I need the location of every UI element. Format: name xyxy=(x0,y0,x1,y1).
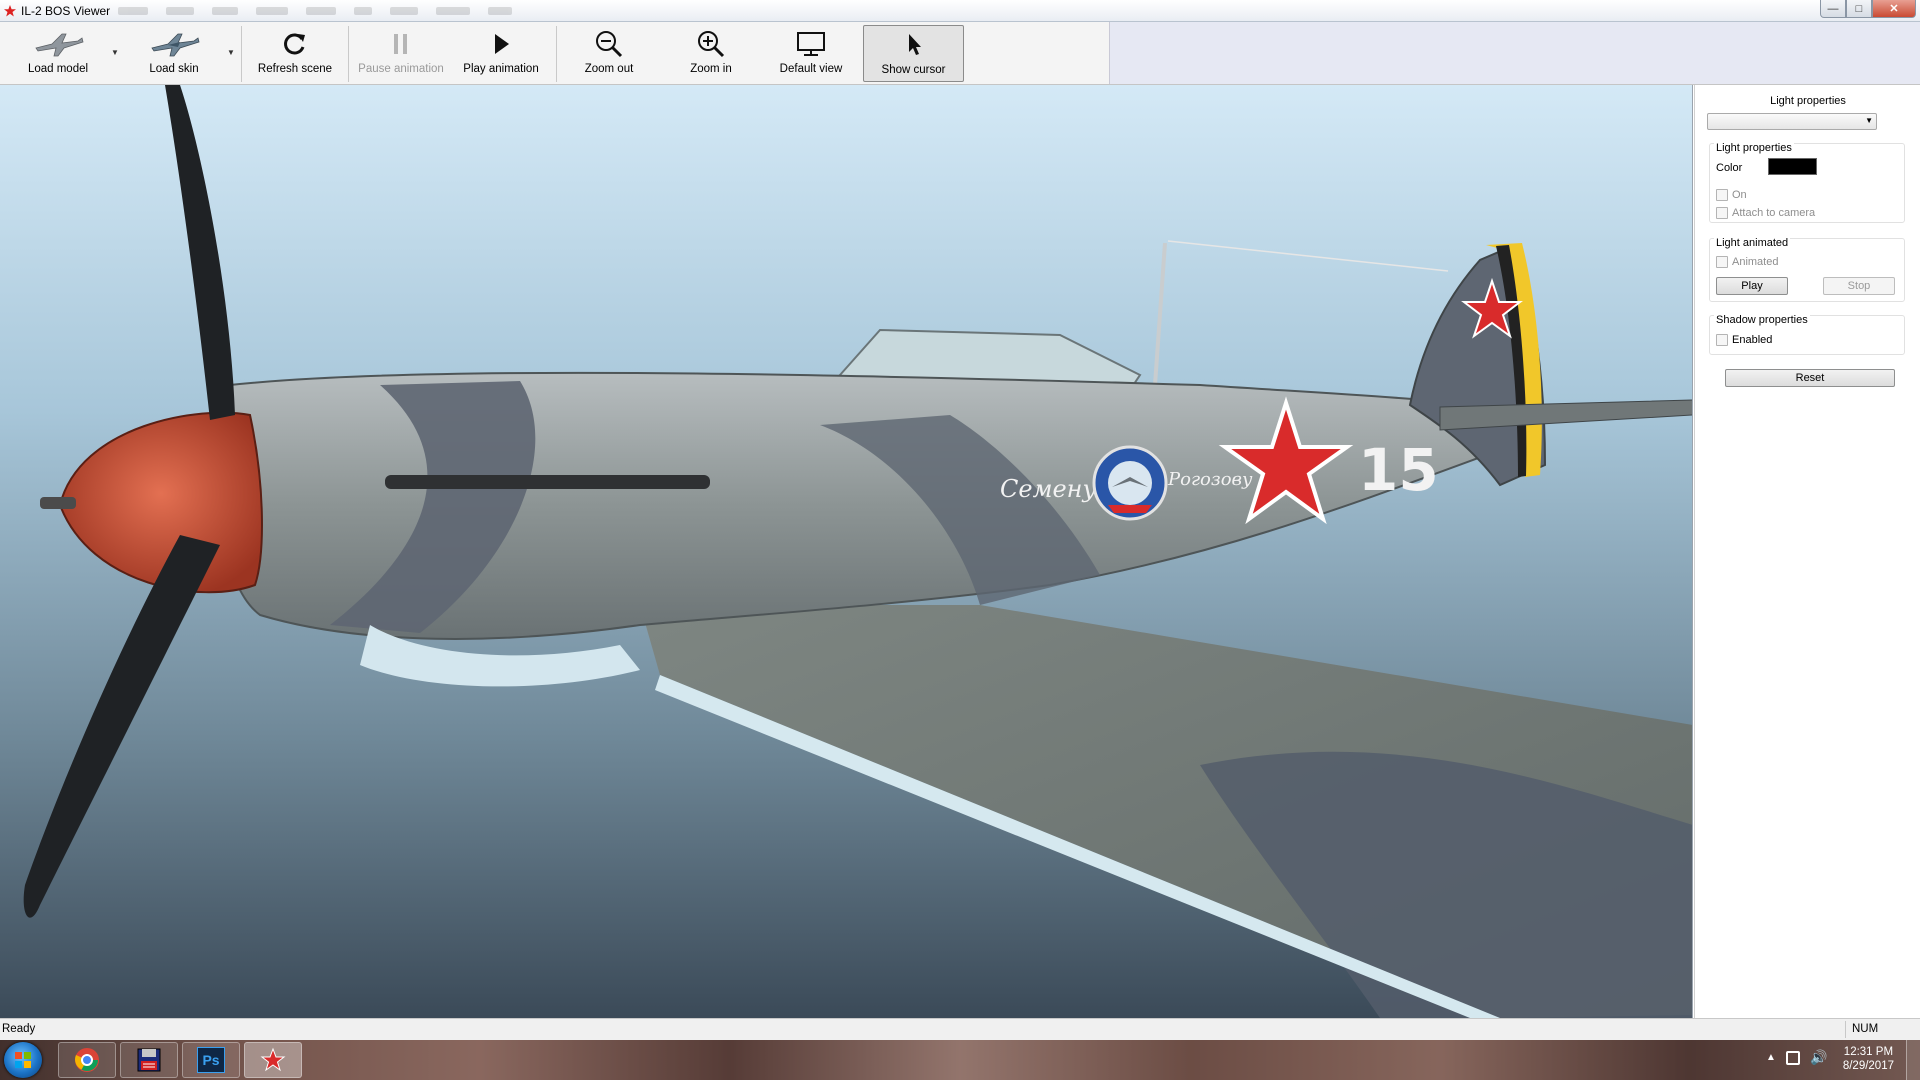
toolbar-separator xyxy=(348,26,349,82)
taskbar-save-app[interactable] xyxy=(120,1042,178,1078)
attach-camera-checkbox-row[interactable]: Attach to camera xyxy=(1716,207,1815,219)
zoom-out-icon xyxy=(594,29,624,59)
tray-expand-icon[interactable]: ▲ xyxy=(1766,1052,1776,1063)
photoshop-icon: Ps xyxy=(197,1047,225,1073)
plane-model-icon xyxy=(32,29,84,59)
cursor-arrow-icon xyxy=(903,30,925,60)
load-skin-dropdown-arrow[interactable]: ▼ xyxy=(227,48,235,57)
taskbar-photoshop[interactable]: Ps xyxy=(182,1042,240,1078)
attach-camera-label: Attach to camera xyxy=(1732,207,1816,219)
load-model-label: Load model xyxy=(27,63,89,75)
3d-viewport[interactable]: 15 Семену Рогозову xyxy=(0,85,1693,1018)
chevron-down-icon: ▼ xyxy=(1865,116,1873,125)
load-model-dropdown-arrow[interactable]: ▼ xyxy=(111,48,119,57)
zoom-in-label: Zoom in xyxy=(690,63,732,75)
reset-button[interactable]: Reset xyxy=(1725,369,1895,387)
network-icon[interactable] xyxy=(1786,1051,1800,1065)
light-properties-title: Light properties xyxy=(1714,142,1794,154)
maximize-button[interactable]: □ xyxy=(1846,0,1872,18)
shadow-enabled-row[interactable]: Enabled xyxy=(1716,334,1772,346)
panel-header: Light properties xyxy=(1770,95,1846,107)
light-animated-title: Light animated xyxy=(1714,237,1791,249)
attach-camera-checkbox[interactable] xyxy=(1716,207,1728,219)
pause-icon xyxy=(390,29,412,59)
load-skin-label: Load skin xyxy=(149,63,199,75)
on-checkbox-row[interactable]: On xyxy=(1716,189,1747,201)
shadow-properties-title: Shadow properties xyxy=(1714,314,1810,326)
light-select-combobox[interactable]: ▼ xyxy=(1707,113,1877,130)
status-text: Ready xyxy=(2,1023,36,1035)
status-bar: Ready NUM xyxy=(0,1018,1920,1040)
title-bar: IL-2 BOS Viewer — □ ✕ xyxy=(0,0,1920,22)
pause-animation-label: Pause animation xyxy=(358,63,444,75)
system-clock[interactable]: 12:31 PM 8/29/2017 xyxy=(1843,1045,1894,1073)
on-label: On xyxy=(1732,189,1747,201)
monitor-icon xyxy=(796,29,826,59)
clock-date: 8/29/2017 xyxy=(1842,1060,1894,1072)
komsomol-emblem xyxy=(1092,445,1168,521)
toolbar-separator xyxy=(241,26,242,82)
play-icon xyxy=(490,29,512,59)
start-button[interactable] xyxy=(4,1042,42,1078)
window-title: IL-2 BOS Viewer xyxy=(21,3,111,18)
zoom-in-icon xyxy=(696,29,726,59)
minimize-button[interactable]: — xyxy=(1820,0,1846,18)
background-window-ghost xyxy=(118,7,512,15)
shadow-properties-group: Shadow properties Enabled xyxy=(1709,314,1905,355)
play-animation-label: Play animation xyxy=(463,63,539,75)
plane-skin-icon xyxy=(148,29,200,59)
default-view-label: Default view xyxy=(779,63,843,75)
toolbar: Load model ▼ Load skin ▼ Refresh scene P… xyxy=(0,22,1920,85)
pause-animation-button[interactable]: Pause animation xyxy=(354,25,448,82)
toolbar-separator xyxy=(556,26,557,82)
animated-label: Animated xyxy=(1732,256,1779,268)
show-cursor-button[interactable]: Show cursor xyxy=(863,25,964,82)
on-checkbox[interactable] xyxy=(1716,189,1728,201)
light-animated-group: Light animated Animated Play Stop xyxy=(1709,237,1905,302)
default-view-button[interactable]: Default view xyxy=(768,25,854,82)
dedication-text-right: Рогозову xyxy=(1167,469,1253,490)
refresh-scene-button[interactable]: Refresh scene xyxy=(252,25,338,82)
status-separator xyxy=(1845,1021,1846,1038)
play-animation-button[interactable]: Play animation xyxy=(454,25,548,82)
properties-panel: Light properties ▼ Light properties Colo… xyxy=(1694,85,1920,1018)
refresh-icon xyxy=(282,29,308,59)
volume-icon[interactable]: 🔊 xyxy=(1810,1049,1827,1066)
windows-taskbar: Ps ▲ 🔊 12:31 PM 8/29/2017 xyxy=(0,1040,1920,1080)
close-button[interactable]: ✕ xyxy=(1872,0,1916,18)
zoom-out-label: Zoom out xyxy=(584,63,634,75)
tail-number-text: 15 xyxy=(1358,436,1439,504)
shadow-enabled-label: Enabled xyxy=(1732,334,1773,346)
il2-viewer-icon xyxy=(260,1047,286,1072)
zoom-out-button[interactable]: Zoom out xyxy=(566,25,652,82)
load-model-button[interactable]: Load model xyxy=(18,25,98,82)
zoom-in-button[interactable]: Zoom in xyxy=(668,25,754,82)
dedication-text-left: Семену xyxy=(1000,475,1096,503)
show-desktop-button[interactable] xyxy=(1906,1040,1920,1080)
spinner-hub xyxy=(40,497,76,509)
stop-light-button[interactable]: Stop xyxy=(1823,277,1895,295)
load-skin-button[interactable]: Load skin xyxy=(134,25,214,82)
exhaust-stacks xyxy=(385,475,710,489)
floppy-save-icon xyxy=(137,1048,161,1072)
animated-checkbox-row[interactable]: Animated xyxy=(1716,256,1778,268)
toolbar-empty-area xyxy=(1109,22,1920,84)
animated-checkbox[interactable] xyxy=(1716,256,1728,268)
system-tray: ▲ 🔊 12:31 PM 8/29/2017 xyxy=(1750,1040,1920,1080)
show-cursor-label: Show cursor xyxy=(881,64,946,76)
taskbar-il2-viewer[interactable] xyxy=(244,1042,302,1078)
color-swatch[interactable] xyxy=(1768,158,1817,175)
shadow-enabled-checkbox[interactable] xyxy=(1716,334,1728,346)
color-label: Color xyxy=(1716,162,1743,174)
chrome-icon xyxy=(75,1048,99,1072)
refresh-scene-label: Refresh scene xyxy=(257,63,333,75)
windows-logo-icon xyxy=(15,1052,31,1068)
clock-time: 12:31 PM xyxy=(1843,1046,1894,1058)
play-light-button[interactable]: Play xyxy=(1716,277,1788,295)
taskbar-chrome[interactable] xyxy=(58,1042,116,1078)
num-lock-indicator: NUM xyxy=(1852,1023,1879,1035)
light-properties-group: Light properties Color On Attach to came… xyxy=(1709,142,1905,223)
app-red-star-icon xyxy=(4,4,16,16)
